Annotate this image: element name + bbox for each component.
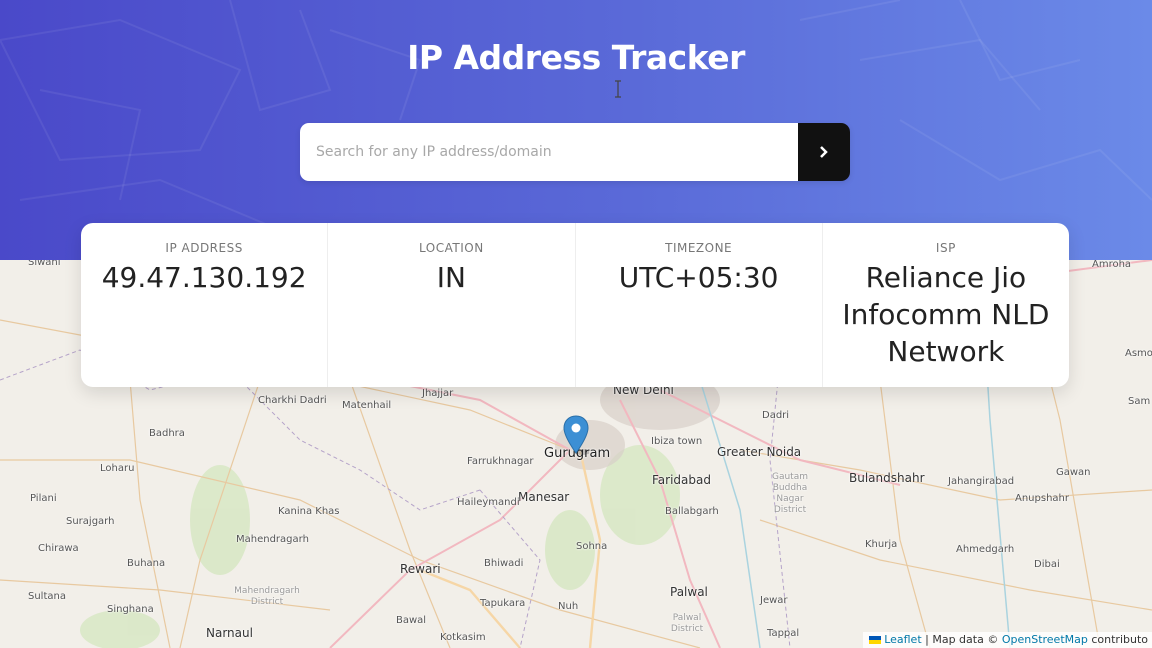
ukraine-flag-icon bbox=[869, 636, 882, 644]
map-place: Asmo bbox=[1125, 348, 1152, 359]
map-place: Anupshahr bbox=[1015, 493, 1069, 504]
info-label: IP ADDRESS bbox=[165, 241, 243, 255]
map-place: Badhra bbox=[149, 428, 185, 439]
info-isp: ISP Reliance Jio Infocomm NLD Network bbox=[823, 223, 1069, 387]
info-label: ISP bbox=[935, 241, 956, 255]
map-place: Bawal bbox=[396, 615, 427, 626]
map-place: Nuh bbox=[558, 601, 579, 612]
map-place: Greater Noida bbox=[717, 445, 802, 459]
map-place: Bhiwadi bbox=[484, 558, 524, 569]
attribution-tail: contributo bbox=[1091, 633, 1148, 646]
map-place: Mahendragarh bbox=[236, 534, 309, 545]
map-place: Buhana bbox=[127, 558, 166, 569]
map-place: Dadri bbox=[762, 410, 790, 421]
map-place: Jhajjar bbox=[422, 388, 454, 399]
openstreetmap-link[interactable]: OpenStreetMap bbox=[1002, 633, 1088, 646]
map-place: Palwal bbox=[670, 585, 708, 599]
map-district: Gautam Buddha Nagar District bbox=[771, 472, 808, 515]
map-place: Narnaul bbox=[206, 626, 253, 640]
map-district: Palwal District bbox=[670, 613, 704, 634]
map-place: Surajgarh bbox=[66, 516, 115, 527]
text-cursor-icon bbox=[614, 80, 626, 98]
info-value: Reliance Jio Infocomm NLD Network bbox=[842, 261, 1050, 368]
map-place: Khurja bbox=[865, 539, 898, 550]
map-place: Kanina Khas bbox=[278, 506, 340, 517]
map-place: Amroha bbox=[1092, 260, 1132, 270]
map-place: Tappal bbox=[767, 628, 800, 639]
search-bar bbox=[300, 123, 850, 181]
map-pin-icon[interactable] bbox=[563, 415, 589, 455]
map-place: Faridabad bbox=[652, 473, 711, 487]
info-ip: IP ADDRESS 49.47.130.192 bbox=[81, 223, 329, 387]
map-district: Mahendragarh District bbox=[234, 586, 300, 607]
map-place: Matenhail bbox=[342, 400, 392, 411]
map-place: Siwani bbox=[28, 260, 61, 268]
search-submit-button[interactable] bbox=[798, 123, 850, 181]
info-label: TIMEZONE bbox=[665, 241, 733, 255]
info-value: UTC+05:30 bbox=[618, 261, 779, 294]
map-place: Sam bbox=[1128, 396, 1151, 407]
map-place: Dibai bbox=[1034, 559, 1060, 570]
info-value: IN bbox=[436, 261, 466, 294]
info-value: 49.47.130.192 bbox=[101, 261, 307, 294]
info-label: LOCATION bbox=[419, 241, 484, 255]
map-place: Rewari bbox=[400, 562, 441, 576]
map-place: Ibiza town bbox=[651, 436, 703, 447]
map-place: Sultana bbox=[28, 591, 66, 602]
map-place: Singhana bbox=[107, 604, 154, 615]
info-panel: IP ADDRESS 49.47.130.192 LOCATION IN TIM… bbox=[81, 223, 1069, 387]
header: IP Address Tracker bbox=[0, 0, 1152, 260]
map-place: Jewar bbox=[760, 595, 788, 606]
map-place: Haileymandi bbox=[457, 497, 520, 508]
map-place: Sohna bbox=[576, 541, 608, 552]
info-timezone: TIMEZONE UTC+05:30 bbox=[576, 223, 823, 387]
search-input[interactable] bbox=[300, 123, 798, 181]
map-place: Jahangirabad bbox=[948, 476, 1015, 487]
map-place: Manesar bbox=[518, 490, 570, 504]
map-place: Loharu bbox=[100, 463, 135, 474]
map-place: Charkhi Dadri bbox=[258, 395, 327, 406]
map-place: Bulandshahr bbox=[849, 471, 925, 485]
map-place: Farrukhnagar bbox=[467, 456, 534, 467]
map-place: Ahmedgarh bbox=[956, 544, 1015, 555]
map-attribution: Leaflet | Map data © OpenStreetMap contr… bbox=[863, 632, 1152, 648]
chevron-right-icon bbox=[820, 146, 828, 158]
map-place: Tapukara bbox=[480, 598, 526, 609]
map-place: Kotkasim bbox=[440, 632, 486, 643]
map-place: Pilani bbox=[30, 493, 57, 504]
page-title: IP Address Tracker bbox=[407, 38, 745, 77]
info-location: LOCATION IN bbox=[328, 223, 576, 387]
attribution-text: | Map data © bbox=[925, 633, 999, 646]
map-place: Chirawa bbox=[38, 543, 79, 554]
map-place: Gawan bbox=[1056, 467, 1091, 478]
leaflet-link[interactable]: Leaflet bbox=[884, 633, 921, 646]
map-place: Ballabgarh bbox=[665, 506, 719, 517]
